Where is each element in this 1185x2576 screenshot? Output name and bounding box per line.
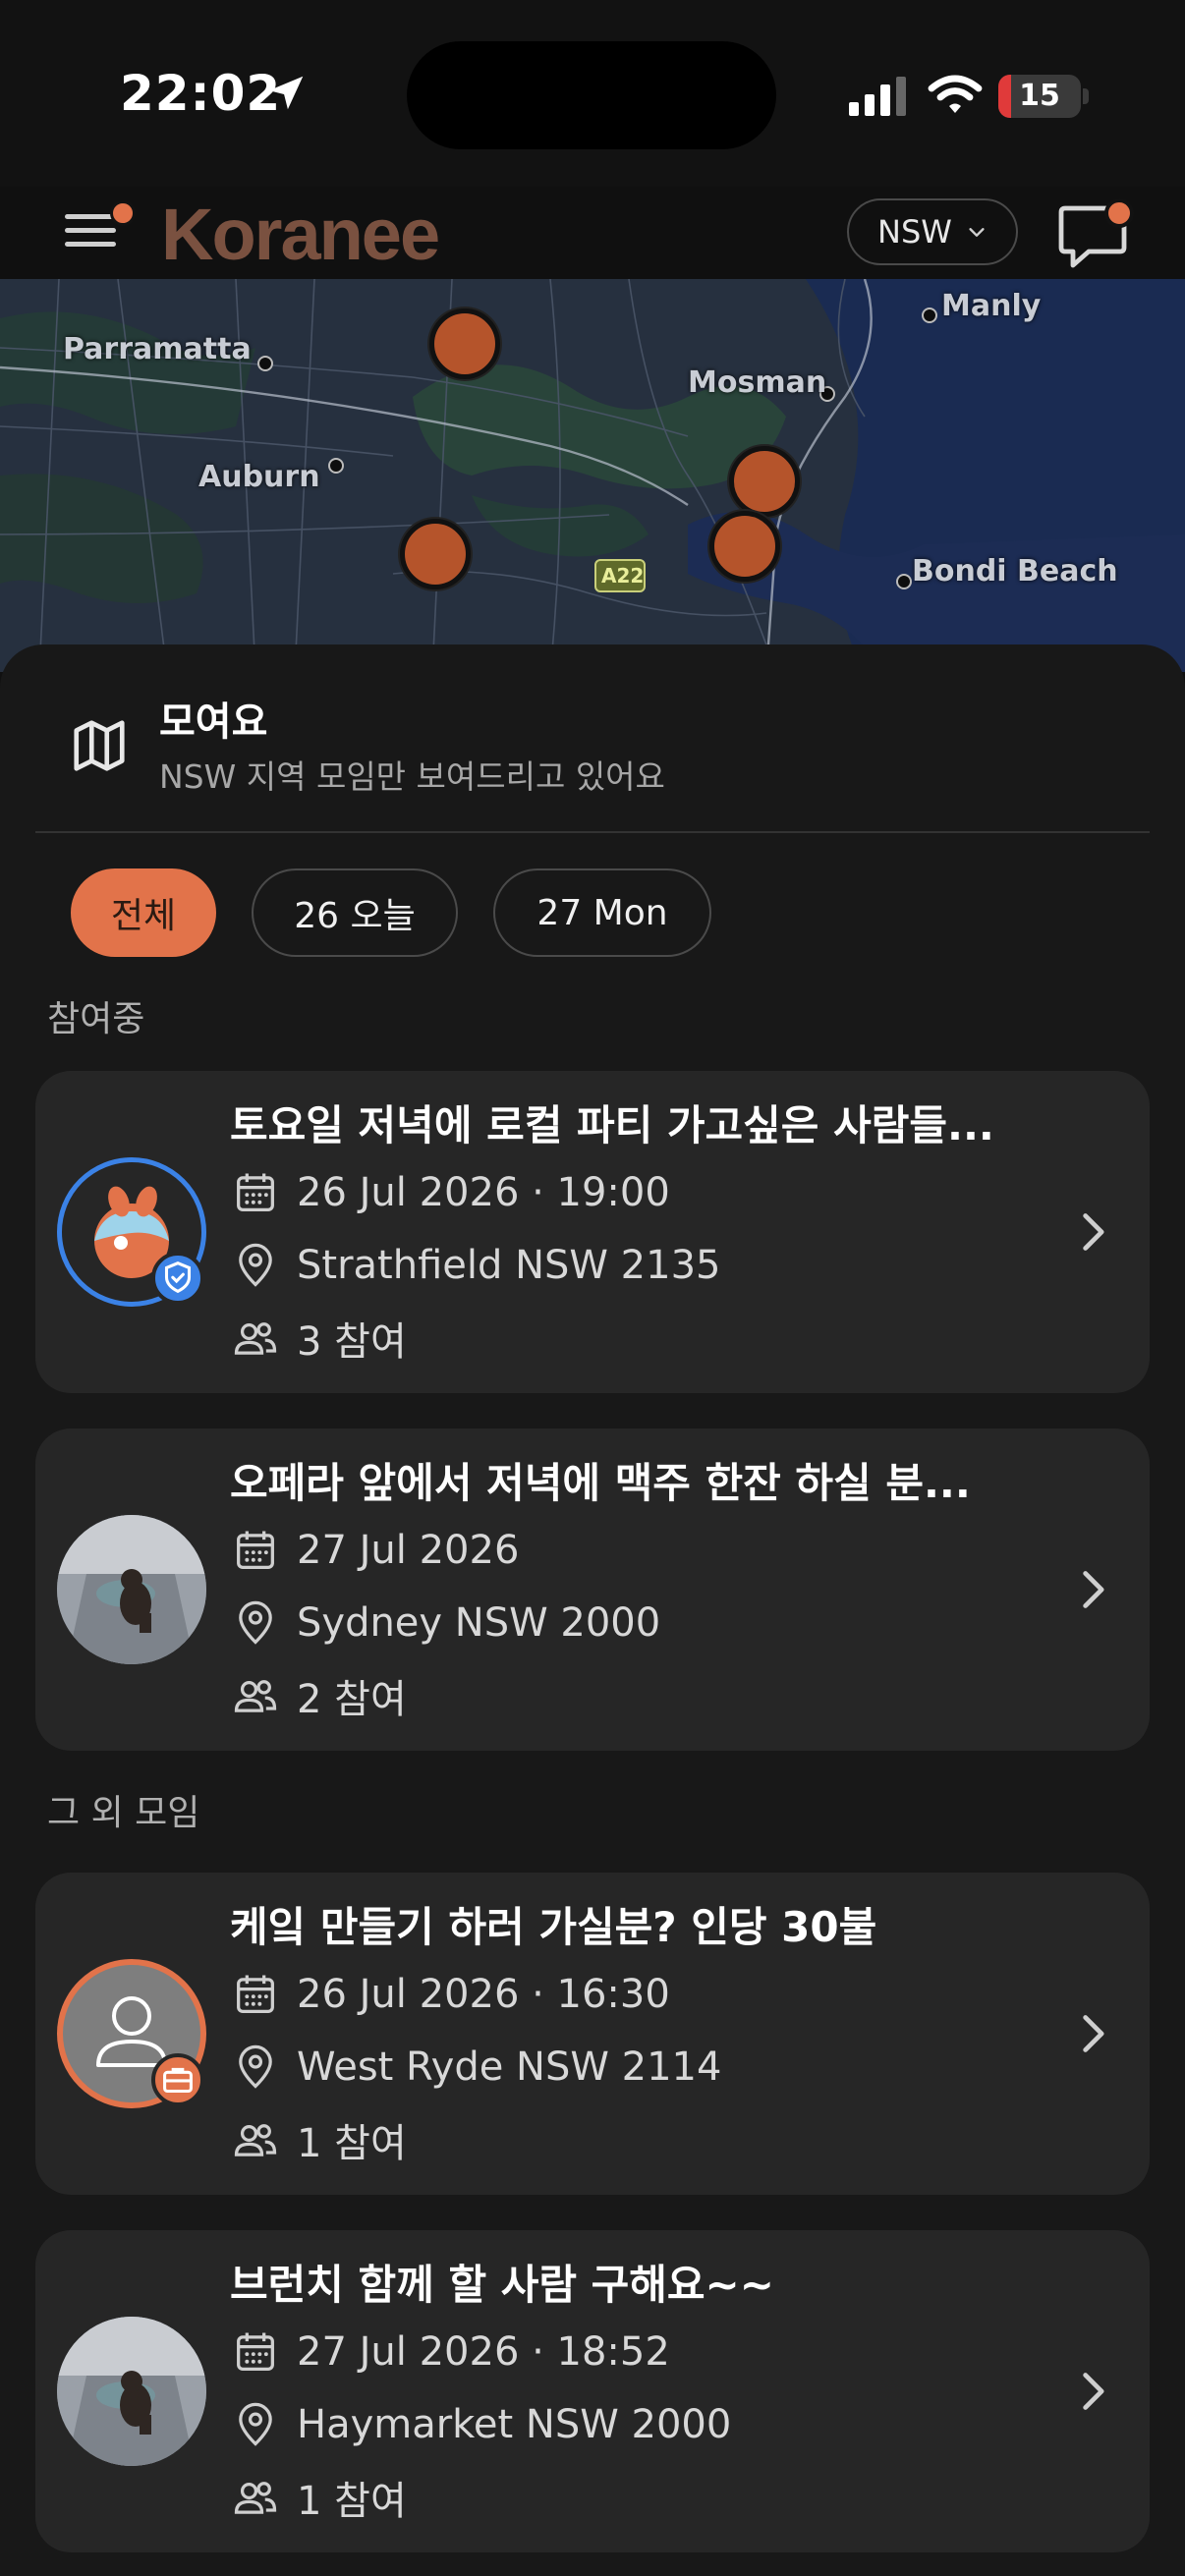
- meetup-card[interactable]: 토요일 저녁에 로컬 파티 가고싶은 사람들... 26 Jul 2026 · …: [35, 1071, 1150, 1393]
- map-label-parramatta: Parramatta: [63, 332, 252, 366]
- meetup-participants: 3 참여: [230, 1311, 407, 1366]
- battery-level: 15: [1019, 79, 1060, 113]
- meetup-location: West Ryde NSW 2114: [230, 2040, 721, 2095]
- dynamic-island: [407, 41, 776, 149]
- app-logo: Koranee: [161, 194, 440, 275]
- region-selector[interactable]: NSW: [847, 198, 1018, 265]
- chevron-right-icon: [1083, 1571, 1104, 1608]
- meetup-title: 토요일 저녁에 로컬 파티 가고싶은 사람들...: [230, 1101, 994, 1149]
- map-pin[interactable]: [400, 519, 471, 589]
- location-pin-icon: [239, 2402, 272, 2446]
- menu-line: [65, 242, 116, 247]
- meetup-location-text: West Ryde NSW 2114: [297, 2044, 722, 2090]
- location-pin-icon: [239, 2044, 272, 2089]
- calendar-icon: [237, 2332, 274, 2371]
- avatar: [57, 2317, 206, 2466]
- meetup-datetime: 26 Jul 2026 · 16:30: [230, 1967, 670, 2022]
- meetup-title: 브런치 함께 할 사람 구해요~~: [230, 2261, 774, 2309]
- meetup-participants: 1 참여: [230, 2112, 407, 2167]
- people-icon: [234, 2482, 277, 2514]
- avatar: [57, 1515, 206, 1664]
- meetup-location-text: Sydney NSW 2000: [297, 1600, 661, 1646]
- location-pin-icon: [239, 1600, 272, 1645]
- meetup-card[interactable]: 브런치 함께 할 사람 구해요~~ 27 Jul 2026 · 18:52 Ha…: [35, 2230, 1150, 2552]
- meetup-datetime-text: 26 Jul 2026 · 19:00: [297, 1170, 670, 1215]
- menu-notification-dot: [110, 200, 136, 226]
- map-pin[interactable]: [729, 446, 800, 517]
- meetup-datetime-text: 27 Jul 2026: [297, 1528, 520, 1573]
- chevron-down-icon: [969, 228, 985, 237]
- status-time: 22:02: [120, 65, 282, 122]
- meetup-title: 오페라 앞에서 저녁에 맥주 한잔 하실 분...: [230, 1459, 971, 1507]
- divider: [35, 831, 1150, 833]
- battery-indicator: 15: [998, 75, 1081, 118]
- region-label: NSW: [877, 213, 952, 251]
- people-icon: [234, 1680, 277, 1712]
- meetup-datetime-text: 26 Jul 2026 · 16:30: [297, 1972, 670, 2017]
- verified-badge: [151, 1252, 204, 1305]
- map-pin[interactable]: [429, 308, 500, 379]
- chevron-right-icon: [1083, 2373, 1104, 2410]
- section-label-others: 그 외 모임: [47, 1793, 200, 1833]
- sheet-subtitle: NSW 지역 모임만 보여드리고 있어요: [159, 757, 665, 796]
- meetup-location: Haymarket NSW 2000: [230, 2397, 731, 2452]
- business-badge: [151, 2053, 204, 2106]
- map-pin[interactable]: [709, 511, 780, 582]
- filter-chip-all[interactable]: 전체: [71, 868, 216, 957]
- meetup-datetime: 26 Jul 2026 · 19:00: [230, 1165, 670, 1220]
- calendar-icon: [237, 1173, 274, 1211]
- chat-notification-dot: [1104, 198, 1134, 228]
- map-label-auburn: Auburn: [198, 460, 320, 494]
- section-label-joined: 참여중: [47, 999, 145, 1039]
- meetup-card[interactable]: 케잌 만들기 하러 가실분? 인당 30불 26 Jul 2026 · 16:3…: [35, 1873, 1150, 2195]
- calendar-icon: [237, 1975, 274, 2013]
- map-label-manly: Manly: [941, 289, 1042, 323]
- meetup-datetime: 27 Jul 2026: [230, 1523, 519, 1578]
- chevron-right-icon: [1083, 2015, 1104, 2052]
- dog-photo-avatar: [57, 2317, 206, 2466]
- wifi-icon: [928, 75, 983, 113]
- meetup-map[interactable]: Parramatta Mosman Manly Auburn Bondi Bea…: [0, 279, 1185, 672]
- location-arrow-icon: [268, 76, 304, 110]
- meetup-datetime: 27 Jul 2026 · 18:52: [230, 2324, 670, 2380]
- meetup-location-text: Haymarket NSW 2000: [297, 2402, 732, 2447]
- meetup-participants: 2 참여: [230, 1668, 407, 1723]
- menu-line: [65, 214, 116, 219]
- map-label-mosman: Mosman: [688, 365, 827, 400]
- meetup-location-text: Strathfield NSW 2135: [297, 1243, 721, 1288]
- meetup-participants-text: 2 참여: [297, 1677, 407, 1722]
- calendar-icon: [237, 1531, 274, 1569]
- meetup-participants-text: 1 참여: [297, 2121, 407, 2166]
- menu-line: [65, 228, 116, 233]
- map-icon: [74, 720, 125, 771]
- battery-nub: [1083, 88, 1089, 104]
- sheet-title: 모여요: [159, 700, 268, 745]
- chevron-right-icon: [1083, 1213, 1104, 1251]
- meetup-participants-text: 1 참여: [297, 2479, 407, 2524]
- meetup-participants-text: 3 참여: [297, 1319, 407, 1365]
- status-bar: 22:02 15 Koranee NSW: [0, 0, 1185, 275]
- filter-chip-mon[interactable]: 27 Mon: [493, 868, 711, 957]
- dog-photo-avatar: [57, 1515, 206, 1664]
- meetup-title: 케잌 만들기 하러 가실분? 인당 30불: [230, 1903, 877, 1951]
- meetup-location: Sydney NSW 2000: [230, 1596, 660, 1651]
- meetup-location: Strathfield NSW 2135: [230, 1238, 720, 1293]
- shield-check-icon: [164, 1261, 192, 1294]
- cellular-signal-icon: [849, 77, 906, 116]
- meetup-datetime-text: 27 Jul 2026 · 18:52: [297, 2329, 670, 2375]
- people-icon: [234, 1322, 277, 1355]
- meetup-participants: 1 참여: [230, 2470, 407, 2525]
- filter-chip-today[interactable]: 26 오늘: [252, 868, 458, 957]
- meetup-card[interactable]: 오페라 앞에서 저녁에 맥주 한잔 하실 분... 27 Jul 2026 Sy…: [35, 1428, 1150, 1751]
- map-label-road-a22: A22: [601, 564, 645, 588]
- location-pin-icon: [239, 1243, 272, 1287]
- map-label-bondi-beach: Bondi Beach: [912, 554, 1118, 588]
- people-icon: [234, 2124, 277, 2156]
- briefcase-icon: [163, 2067, 193, 2094]
